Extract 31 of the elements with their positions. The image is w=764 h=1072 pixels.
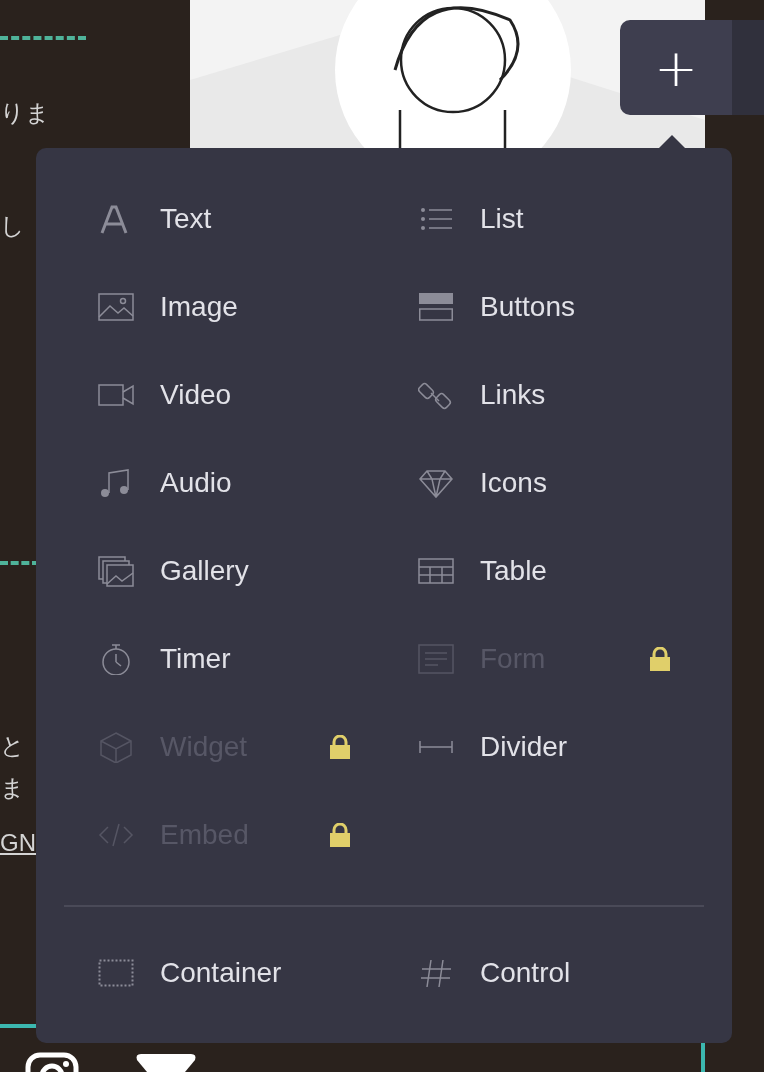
menu-item[interactable]: Text (98, 175, 418, 263)
menu-item[interactable]: Image (98, 263, 418, 351)
tray-icon[interactable] (135, 1054, 197, 1072)
body-text: と (0, 734, 25, 758)
menu-item[interactable]: Divider (418, 703, 732, 791)
cube-icon (98, 731, 134, 763)
body-text: ま (0, 776, 25, 800)
menu-item[interactable]: Links (418, 351, 732, 439)
image-icon (98, 291, 134, 323)
body-text: し (0, 214, 25, 238)
buttons-icon (418, 291, 454, 323)
menu-item[interactable]: Icons (418, 439, 732, 527)
add-button[interactable]: + (620, 20, 732, 115)
table-icon (418, 555, 454, 587)
menu-item[interactable]: Container (98, 929, 418, 1017)
menu-item[interactable]: Table (418, 527, 732, 615)
text-link[interactable]: GN (0, 831, 36, 855)
gallery-icon (98, 555, 134, 587)
menu-item[interactable]: Video (98, 351, 418, 439)
menu-item[interactable]: Buttons (418, 263, 732, 351)
menu-item[interactable]: List (418, 175, 732, 263)
form-icon (418, 643, 454, 675)
camera-icon[interactable] (25, 1052, 79, 1072)
menu-item[interactable]: Gallery (98, 527, 418, 615)
hash-icon (418, 957, 454, 989)
body-text: りま (0, 101, 50, 125)
dotted-square-icon (98, 957, 134, 989)
menu-item[interactable]: Timer (98, 615, 418, 703)
menu-item[interactable]: Control (418, 929, 732, 1017)
menu-item[interactable]: Audio (98, 439, 418, 527)
diamond-icon (418, 467, 454, 499)
